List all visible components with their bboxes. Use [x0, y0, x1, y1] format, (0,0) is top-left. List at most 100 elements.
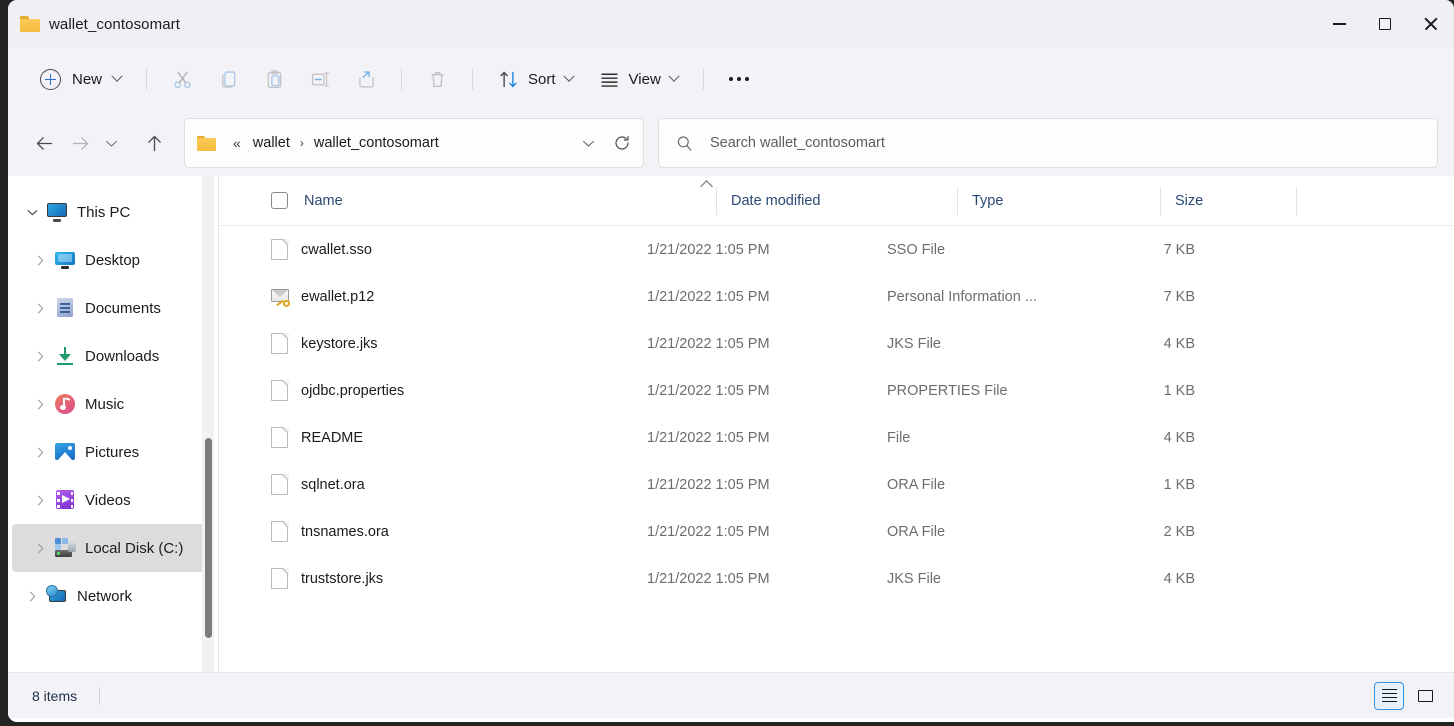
file-date: 1/21/2022 1:05 PM: [633, 242, 873, 258]
file-size: 7 KB: [1089, 289, 1195, 305]
file-size-cell: 4 KB: [1075, 336, 1210, 352]
close-button[interactable]: [1408, 0, 1454, 48]
column-divider[interactable]: [1296, 187, 1297, 215]
file-size: 2 KB: [1089, 524, 1195, 540]
details-view-button[interactable]: [1374, 682, 1404, 710]
sort-button[interactable]: Sort: [487, 62, 584, 97]
file-date: 1/21/2022 1:05 PM: [633, 336, 873, 352]
recent-locations-button[interactable]: [98, 125, 124, 161]
column-header-date-modified[interactable]: Date modified: [717, 176, 957, 226]
file-size-cell: 4 KB: [1075, 571, 1210, 587]
forward-button[interactable]: [62, 125, 98, 161]
chevron-right-icon[interactable]: [26, 246, 54, 274]
rename-button[interactable]: [299, 60, 341, 98]
chevron-down-icon: [104, 136, 119, 151]
table-row[interactable]: keystore.jks 1/21/2022 1:05 PM JKS File …: [219, 320, 1454, 367]
toolbar-divider-2: [401, 68, 402, 90]
view-lines-icon: [599, 69, 620, 90]
arrow-up-icon: [144, 133, 165, 154]
sidebar-item-downloads[interactable]: Downloads: [12, 332, 214, 380]
content-area: This PC Desktop Documents: [8, 176, 1454, 672]
table-row[interactable]: ewallet.p12 1/21/2022 1:05 PM Personal I…: [219, 273, 1454, 320]
sidebar-item-music[interactable]: Music: [12, 380, 214, 428]
large-icons-view-button[interactable]: [1410, 682, 1440, 710]
refresh-button[interactable]: [605, 124, 639, 162]
minimize-button[interactable]: [1316, 0, 1362, 48]
ellipsis-icon: [729, 77, 749, 81]
arrow-right-icon: [70, 133, 91, 154]
column-header-name[interactable]: Name: [302, 176, 716, 226]
details-view-icon: [1382, 689, 1397, 703]
sidebar-item-this-pc[interactable]: This PC: [12, 188, 214, 236]
chevron-right-icon[interactable]: [26, 294, 54, 322]
file-size-cell: 2 KB: [1075, 524, 1210, 540]
see-more-button[interactable]: [718, 60, 760, 98]
file-size-cell: 1 KB: [1075, 383, 1210, 399]
table-row[interactable]: truststore.jks 1/21/2022 1:05 PM JKS Fil…: [219, 555, 1454, 602]
documents-icon: [54, 297, 76, 319]
delete-button[interactable]: [416, 60, 458, 98]
paste-button[interactable]: [253, 60, 295, 98]
sidebar-item-network[interactable]: Network: [12, 572, 214, 620]
chevron-right-icon[interactable]: [26, 438, 54, 466]
network-icon: [46, 585, 68, 607]
column-header-size[interactable]: Size: [1161, 176, 1296, 226]
navigation-bar: « wallet › wallet_contosomart: [8, 110, 1454, 176]
sidebar-scrollbar[interactable]: [202, 176, 214, 672]
new-button[interactable]: New: [30, 62, 134, 97]
downloads-icon: [54, 345, 76, 367]
breadcrumb-item-wallet-contosomart[interactable]: wallet_contosomart: [309, 131, 444, 155]
table-row[interactable]: sqlnet.ora 1/21/2022 1:05 PM ORA File 1 …: [219, 461, 1454, 508]
chevron-right-icon[interactable]: [18, 582, 46, 610]
file-size: 7 KB: [1089, 242, 1195, 258]
table-row[interactable]: tnsnames.ora 1/21/2022 1:05 PM ORA File …: [219, 508, 1454, 555]
chevron-right-icon[interactable]: [26, 390, 54, 418]
toolbar-divider-4: [703, 68, 704, 90]
table-row[interactable]: cwallet.sso 1/21/2022 1:05 PM SSO File 7…: [219, 226, 1454, 273]
sidebar-item-documents[interactable]: Documents: [12, 284, 214, 332]
copy-button[interactable]: [207, 60, 249, 98]
up-button[interactable]: [136, 125, 172, 161]
address-dropdown-button[interactable]: [571, 124, 605, 162]
maximize-button[interactable]: [1362, 0, 1408, 48]
breadcrumb-overflow[interactable]: «: [228, 135, 246, 151]
item-count: 8 items: [32, 688, 77, 704]
generic-file-icon: [271, 568, 289, 590]
new-button-label: New: [72, 71, 102, 88]
table-row[interactable]: README 1/21/2022 1:05 PM File 4 KB: [219, 414, 1454, 461]
share-button[interactable]: [345, 60, 387, 98]
file-type: PROPERTIES File: [873, 383, 1075, 399]
file-date: 1/21/2022 1:05 PM: [633, 383, 873, 399]
pictures-icon: [54, 441, 76, 463]
sidebar-item-videos[interactable]: Videos: [12, 476, 214, 524]
sidebar-scrollbar-thumb[interactable]: [205, 438, 212, 638]
plus-circle-icon: [40, 69, 61, 90]
refresh-icon: [613, 134, 631, 152]
chevron-down-icon[interactable]: [18, 198, 46, 226]
file-size: 4 KB: [1089, 336, 1195, 352]
command-bar: New: [8, 48, 1454, 110]
address-bar[interactable]: « wallet › wallet_contosomart: [184, 118, 644, 168]
view-button[interactable]: View: [588, 62, 689, 97]
back-button[interactable]: [26, 125, 62, 161]
generic-file-icon: [271, 380, 289, 402]
search-box[interactable]: Search wallet_contosomart: [658, 118, 1438, 168]
sidebar-item-label: Downloads: [85, 348, 159, 365]
sidebar-item-local-disk-c[interactable]: Local Disk (C:): [12, 524, 214, 572]
window-title: wallet_contosomart: [49, 16, 180, 33]
cut-button[interactable]: [161, 60, 203, 98]
search-input[interactable]: Search wallet_contosomart: [710, 135, 885, 151]
chevron-right-icon[interactable]: [26, 534, 54, 562]
table-row[interactable]: ojdbc.properties 1/21/2022 1:05 PM PROPE…: [219, 367, 1454, 414]
file-type: JKS File: [873, 571, 1075, 587]
sidebar-item-pictures[interactable]: Pictures: [12, 428, 214, 476]
select-all-checkbox[interactable]: [271, 192, 288, 209]
file-name-cell: truststore.jks: [219, 568, 633, 590]
share-icon: [356, 69, 377, 90]
sidebar-item-desktop[interactable]: Desktop: [12, 236, 214, 284]
toolbar-divider: [146, 68, 147, 90]
chevron-right-icon[interactable]: [26, 342, 54, 370]
chevron-right-icon[interactable]: [26, 486, 54, 514]
column-header-type[interactable]: Type: [958, 176, 1160, 226]
breadcrumb-item-wallet[interactable]: wallet: [248, 131, 295, 155]
